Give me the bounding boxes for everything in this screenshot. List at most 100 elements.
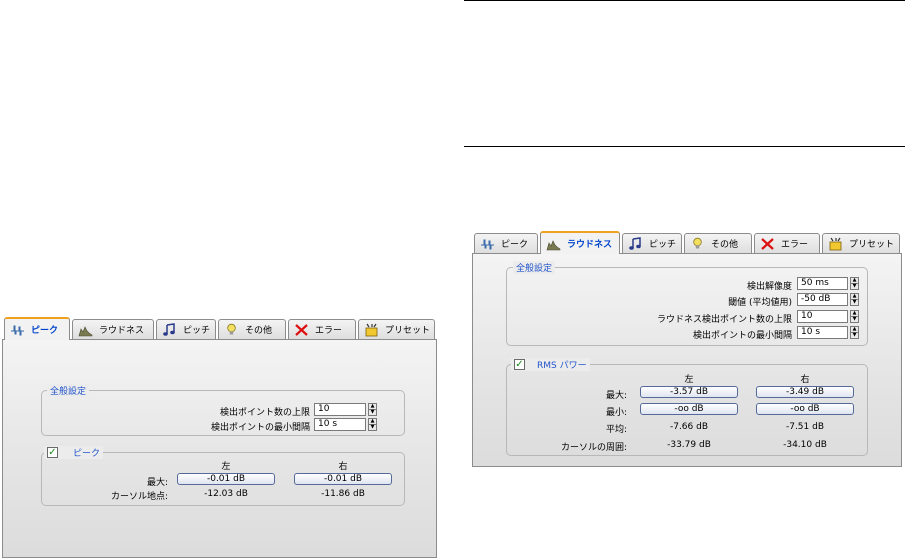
down-arrow-icon[interactable]: ▼ xyxy=(851,299,858,305)
tab-peak[interactable]: ピーク xyxy=(474,233,538,253)
peak-waveform-icon xyxy=(11,325,24,335)
max-label: 最大: xyxy=(146,478,168,488)
group-title: 全般設定 xyxy=(513,261,556,274)
left-channel-header: 左 xyxy=(221,462,231,472)
group-title: 全般設定 xyxy=(47,384,90,397)
peak-panel: ピーク ラウドネス ピッチ その他 エラー プリセット 全般設定 検出ポイント数… xyxy=(2,317,437,558)
threshold-stepper[interactable]: -50 dB ▲ ▼ xyxy=(797,293,859,306)
tab-bar: ピーク ラウドネス ピッチ その他 エラー プリセット xyxy=(2,317,437,340)
max-points-label: 検出ポイント数の上限 xyxy=(219,408,310,418)
divider-line xyxy=(464,0,905,1)
tab-loudness[interactable]: ラウドネス xyxy=(540,231,620,254)
tab-error[interactable]: エラー xyxy=(754,233,820,253)
tab-label: ラウドネス xyxy=(567,240,613,250)
min-interval-label: 検出ポイントの最小間隔 xyxy=(692,331,792,341)
down-arrow-icon[interactable]: ▼ xyxy=(851,283,858,289)
min-right-button[interactable]: -oo dB xyxy=(756,403,854,415)
loudness-panel-body: 全般設定 検出解像度 50 ms ▲ ▼ 閾値 (平均値用) -50 dB ▲ ▼ … xyxy=(472,253,902,467)
rms-power-group: ✓ RMS パワー 左 右 最大: -3.57 dB -3.49 dB 最小: … xyxy=(506,358,868,456)
max-points-field[interactable]: 10 xyxy=(797,310,848,323)
rms-enable-checkbox[interactable]: ✓ xyxy=(514,359,525,370)
tab-other[interactable]: その他 xyxy=(684,233,752,253)
preset-icon xyxy=(365,323,378,336)
cursor-right-value: -34.10 dB xyxy=(783,440,827,450)
cursor-right-value: -11.86 dB xyxy=(321,489,365,499)
min-interval-field[interactable]: 10 s xyxy=(314,418,366,431)
avg-label: 平均: xyxy=(605,425,627,435)
tab-label: プリセット xyxy=(385,326,431,336)
preset-icon xyxy=(829,237,842,250)
stepper-arrows[interactable]: ▲ ▼ xyxy=(850,326,859,339)
resolution-stepper[interactable]: 50 ms ▲ ▼ xyxy=(797,277,859,290)
min-interval-field[interactable]: 10 s xyxy=(797,326,848,339)
loudness-graph-icon xyxy=(546,239,561,250)
max-right-button[interactable]: -3.49 dB xyxy=(756,386,854,398)
max-left-button[interactable]: -3.57 dB xyxy=(640,386,738,398)
max-points-stepper[interactable]: 10 ▲ ▼ xyxy=(314,403,377,416)
tab-label: その他 xyxy=(711,240,739,250)
right-channel-header: 右 xyxy=(800,375,810,385)
tab-preset[interactable]: プリセット xyxy=(358,319,435,339)
general-settings-group: 全般設定 検出解像度 50 ms ▲ ▼ 閾値 (平均値用) -50 dB ▲ ▼ … xyxy=(506,261,868,346)
tab-pitch[interactable]: ピッチ xyxy=(622,233,682,253)
resolution-field[interactable]: 50 ms xyxy=(797,277,848,290)
tab-pitch[interactable]: ピッチ xyxy=(156,319,216,339)
resolution-label: 検出解像度 xyxy=(746,282,792,292)
tab-loudness[interactable]: ラウドネス xyxy=(72,319,154,339)
stepper-arrows[interactable]: ▲ ▼ xyxy=(850,277,859,290)
general-settings-group: 全般設定 検出ポイント数の上限 10 ▲ ▼ 検出ポイントの最小間隔 10 s ▲… xyxy=(41,384,405,436)
group-title: ✓ ピーク xyxy=(44,446,104,459)
down-arrow-icon[interactable]: ▼ xyxy=(851,332,858,338)
music-note-icon xyxy=(629,236,641,250)
min-interval-label: 検出ポイントの最小間隔 xyxy=(210,423,310,433)
left-channel-header: 左 xyxy=(684,375,694,385)
cursor-label: カーソル地点: xyxy=(110,492,168,502)
stepper-arrows[interactable]: ▲ ▼ xyxy=(850,293,859,306)
group-title: ✓ RMS パワー xyxy=(511,358,590,371)
right-channel-header: 右 xyxy=(338,462,348,472)
cursor-left-value: -12.03 dB xyxy=(204,489,248,499)
tab-bar: ピーク ラウドネス ピッチ その他 エラー プリセット xyxy=(472,231,902,254)
tab-other[interactable]: その他 xyxy=(218,319,286,339)
threshold-field[interactable]: -50 dB xyxy=(797,293,848,306)
stepper-arrows[interactable]: ▲ ▼ xyxy=(368,403,377,416)
max-points-label: ラウドネス検出ポイント数の上限 xyxy=(656,315,792,325)
lightbulb-icon xyxy=(227,323,236,334)
min-interval-stepper[interactable]: 10 s ▲ ▼ xyxy=(314,418,377,431)
tab-label: その他 xyxy=(245,326,273,336)
music-note-icon xyxy=(163,322,175,336)
tab-peak[interactable]: ピーク xyxy=(4,317,70,340)
peak-enable-checkbox[interactable]: ✓ xyxy=(47,447,58,458)
tab-label: ピーク xyxy=(31,326,59,336)
min-left-button[interactable]: -oo dB xyxy=(640,403,738,415)
min-label: 最小: xyxy=(605,408,627,418)
max-points-field[interactable]: 10 xyxy=(314,403,366,416)
tab-label: プリセット xyxy=(849,240,895,250)
stepper-arrows[interactable]: ▲ ▼ xyxy=(850,310,859,323)
tab-label: エラー xyxy=(781,240,809,250)
red-x-icon xyxy=(295,323,308,336)
peak-group-label: ピーク xyxy=(73,449,101,459)
stepper-arrows[interactable]: ▲ ▼ xyxy=(368,418,377,431)
tab-preset[interactable]: プリセット xyxy=(822,233,900,253)
avg-left-value: -7.66 dB xyxy=(669,422,709,432)
lightbulb-icon xyxy=(693,237,702,248)
cursor-left-value: -33.79 dB xyxy=(667,440,711,450)
max-points-stepper[interactable]: 10 ▲ ▼ xyxy=(797,310,859,323)
avg-right-value: -7.51 dB xyxy=(785,422,825,432)
tab-error[interactable]: エラー xyxy=(288,319,356,339)
down-arrow-icon[interactable]: ▼ xyxy=(369,409,376,415)
red-x-icon xyxy=(761,237,774,250)
max-right-button[interactable]: -0.01 dB xyxy=(294,473,392,485)
rms-group-label: RMS パワー xyxy=(537,361,587,371)
peak-group: ✓ ピーク 左 右 最大: -0.01 dB -0.01 dB カーソル地点: … xyxy=(41,446,405,506)
loudness-panel: ピーク ラウドネス ピッチ その他 エラー プリセット 全般設定 検出解像度 5… xyxy=(472,231,902,467)
tab-label: ピーク xyxy=(501,240,529,250)
down-arrow-icon[interactable]: ▼ xyxy=(369,424,376,430)
min-interval-stepper[interactable]: 10 s ▲ ▼ xyxy=(797,326,859,339)
down-arrow-icon[interactable]: ▼ xyxy=(851,316,858,322)
peak-waveform-icon xyxy=(481,239,494,249)
max-left-button[interactable]: -0.01 dB xyxy=(177,473,275,485)
loudness-graph-icon xyxy=(78,325,93,336)
tab-label: エラー xyxy=(315,326,343,336)
